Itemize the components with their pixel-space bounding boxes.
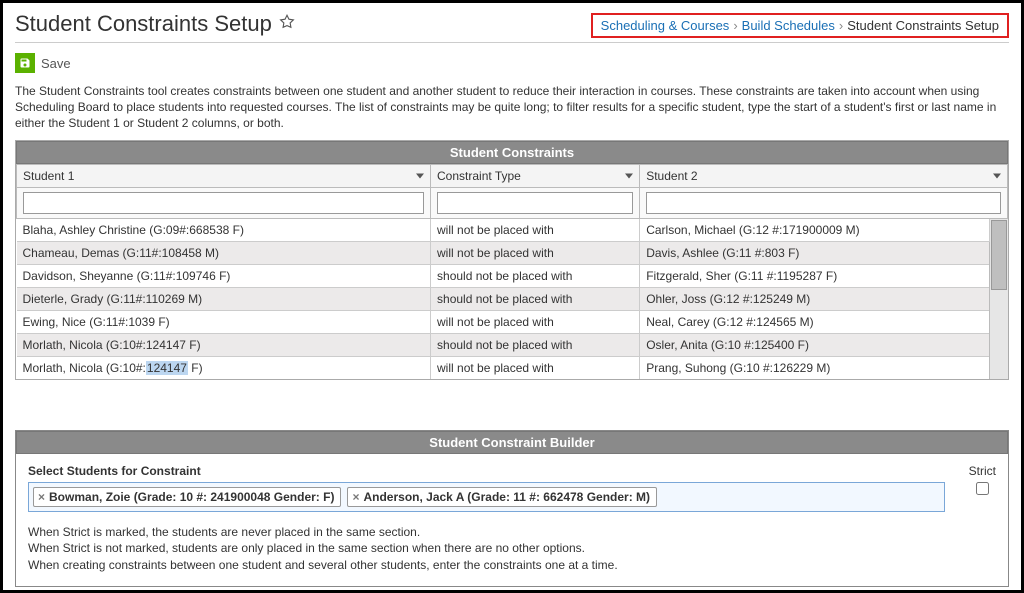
student-token[interactable]: × Anderson, Jack A (Grade: 11 #: 662478 G…	[347, 487, 657, 507]
col-header-constraint-type[interactable]: Constraint Type	[431, 164, 640, 187]
cell-student1: Blaha, Ashley Christine (G:09#:668538 F)	[17, 218, 431, 241]
cell-constraint-type: should not be placed with	[431, 333, 640, 356]
cell-student2: Carlson, Michael (G:12 #:171900009 M)	[640, 218, 990, 241]
breadcrumb-link-scheduling[interactable]: Scheduling & Courses	[601, 18, 730, 33]
cell-student2: Prang, Suhong (G:10 #:126229 M)	[640, 356, 990, 379]
chevron-right-icon: ›	[839, 18, 843, 33]
constraints-grid: Student Constraints Student 1 Constraint…	[15, 140, 1009, 380]
cell-student2: Davis, Ashlee (G:11 #:803 F)	[640, 241, 990, 264]
table-row[interactable]: Chameau, Demas (G:11#:108458 M)will not …	[17, 241, 1008, 264]
save-label: Save	[41, 56, 71, 71]
save-icon	[19, 57, 31, 69]
builder-notes: When Strict is marked, the students are …	[28, 524, 996, 574]
table-row[interactable]: Morlath, Nicola (G:10#:124147 F)will not…	[17, 356, 1008, 379]
table-row[interactable]: Davidson, Sheyanne (G:11#:109746 F)shoul…	[17, 264, 1008, 287]
select-students-label: Select Students for Constraint	[28, 464, 945, 478]
toolbar: Save	[15, 53, 1009, 73]
cell-constraint-type: will not be placed with	[431, 356, 640, 379]
remove-token-icon[interactable]: ×	[38, 490, 45, 504]
save-button[interactable]	[15, 53, 35, 73]
filter-input-constraint-type[interactable]	[437, 192, 633, 214]
breadcrumb: Scheduling & Courses › Build Schedules ›…	[591, 13, 1009, 38]
cell-student1: Chameau, Demas (G:11#:108458 M)	[17, 241, 431, 264]
table-row[interactable]: Morlath, Nicola (G:10#:124147 F)should n…	[17, 333, 1008, 356]
cell-student1: Davidson, Sheyanne (G:11#:109746 F)	[17, 264, 431, 287]
cell-student1: Dieterle, Grady (G:11#:110269 M)	[17, 287, 431, 310]
token-label: Anderson, Jack A (Grade: 11 #: 662478 Ge…	[363, 490, 650, 504]
strict-label: Strict	[969, 464, 996, 478]
col-header-student2[interactable]: Student 2	[640, 164, 1008, 187]
cell-student1: Morlath, Nicola (G:10#:124147 F)	[17, 356, 431, 379]
scrollbar[interactable]	[990, 218, 1008, 379]
grid-title: Student Constraints	[16, 141, 1008, 164]
table-row[interactable]: Dieterle, Grady (G:11#:110269 M)should n…	[17, 287, 1008, 310]
favorite-star-icon[interactable]	[278, 11, 296, 37]
filter-input-student1[interactable]	[23, 192, 424, 214]
breadcrumb-current: Student Constraints Setup	[847, 18, 999, 33]
cell-constraint-type: should not be placed with	[431, 264, 640, 287]
cell-constraint-type: will not be placed with	[431, 310, 640, 333]
table-row[interactable]: Ewing, Nice (G:11#:1039 F)will not be pl…	[17, 310, 1008, 333]
token-label: Bowman, Zoie (Grade: 10 #: 241900048 Gen…	[49, 490, 334, 504]
cell-student2: Neal, Carey (G:12 #:124565 M)	[640, 310, 990, 333]
scroll-thumb[interactable]	[991, 220, 1006, 290]
filter-input-student2[interactable]	[646, 192, 1001, 214]
cell-student2: Fitzgerald, Sher (G:11 #:1195287 F)	[640, 264, 990, 287]
cell-student1: Morlath, Nicola (G:10#:124147 F)	[17, 333, 431, 356]
remove-token-icon[interactable]: ×	[352, 490, 359, 504]
cell-student1: Ewing, Nice (G:11#:1039 F)	[17, 310, 431, 333]
builder-title: Student Constraint Builder	[16, 431, 1008, 454]
cell-student2: Osler, Anita (G:10 #:125400 F)	[640, 333, 990, 356]
breadcrumb-link-build[interactable]: Build Schedules	[742, 18, 835, 33]
page-title: Student Constraints Setup	[15, 11, 296, 37]
col-header-student1[interactable]: Student 1	[17, 164, 431, 187]
cell-constraint-type: should not be placed with	[431, 287, 640, 310]
chevron-down-icon	[993, 173, 1001, 178]
constraint-builder: Student Constraint Builder Select Studen…	[15, 430, 1009, 587]
cell-constraint-type: will not be placed with	[431, 241, 640, 264]
chevron-down-icon	[416, 173, 424, 178]
chevron-down-icon	[625, 173, 633, 178]
student-token[interactable]: × Bowman, Zoie (Grade: 10 #: 241900048 Ge…	[33, 487, 341, 507]
chevron-right-icon: ›	[733, 18, 737, 33]
page-title-text: Student Constraints Setup	[15, 11, 272, 37]
cell-student2: Ohler, Joss (G:12 #:125249 M)	[640, 287, 990, 310]
table-row[interactable]: Blaha, Ashley Christine (G:09#:668538 F)…	[17, 218, 1008, 241]
student-token-input[interactable]: × Bowman, Zoie (Grade: 10 #: 241900048 Ge…	[28, 482, 945, 512]
cell-constraint-type: will not be placed with	[431, 218, 640, 241]
strict-checkbox[interactable]	[976, 482, 989, 495]
intro-text: The Student Constraints tool creates con…	[15, 83, 1009, 132]
highlighted-text: 124147	[146, 361, 188, 375]
